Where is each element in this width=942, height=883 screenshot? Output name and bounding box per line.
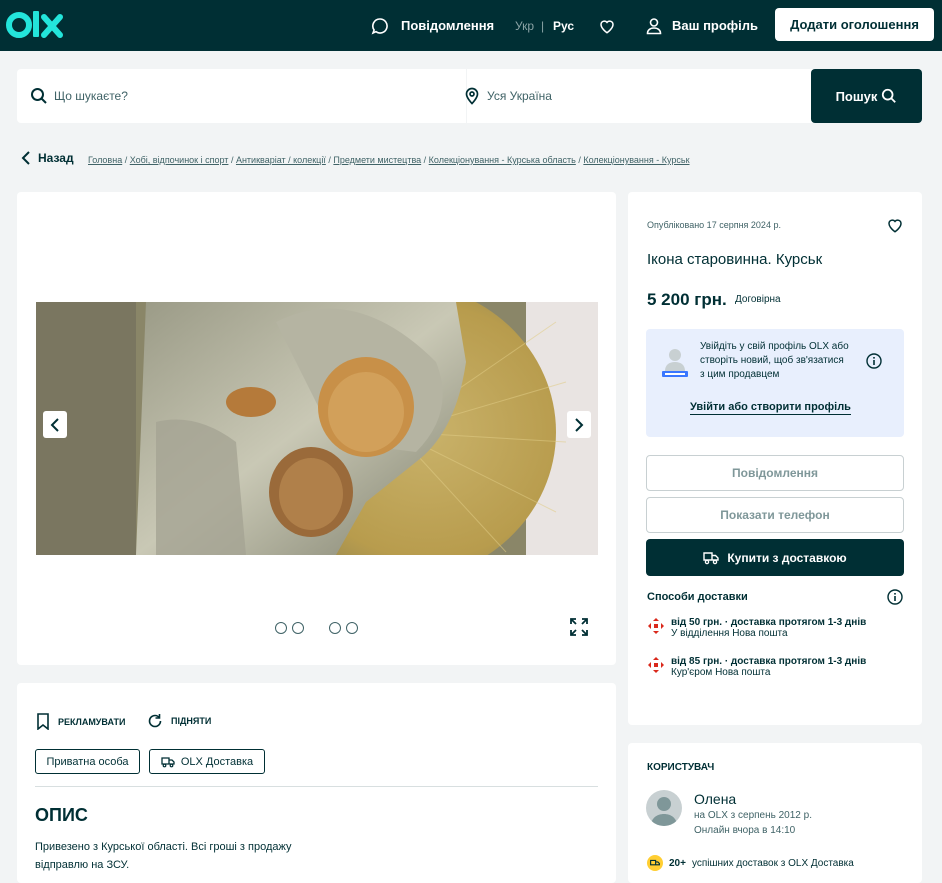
search-button-label: Пошук [835, 88, 878, 104]
login-link[interactable]: Увійти або створити профіль [690, 401, 851, 415]
breadcrumb-item[interactable]: Антикваріат / колекції [236, 155, 326, 165]
raise-label: ПІДНЯТИ [171, 716, 212, 726]
info-icon[interactable] [887, 589, 903, 605]
back-link[interactable]: Назад [20, 150, 74, 166]
olx-delivery-tag: OLX Доставка [149, 749, 265, 774]
add-listing-button[interactable]: Додати оголошення [775, 8, 934, 41]
heart-icon [600, 19, 614, 34]
nova-poshta-icon [648, 657, 664, 673]
raise-button[interactable]: ПІДНЯТИ [147, 713, 211, 729]
delivery-method: У відділення Нова пошта [671, 628, 788, 639]
profile-label: Ваш профіль [672, 18, 759, 33]
chevron-left-icon [21, 151, 30, 165]
favorites-link[interactable] [598, 0, 616, 51]
buy-with-delivery-button[interactable]: Купити з доставкою [646, 539, 904, 576]
delivery-price: від 50 грн. · доставка протягом 1-3 днів [671, 617, 867, 628]
breadcrumb-item[interactable]: Колекціонування - Курськ [583, 155, 689, 165]
top-header: Повідомлення Укр | Рус Ваш профіль Додат… [0, 0, 942, 51]
delivery-method: Кур'єром Нова пошта [671, 667, 771, 678]
messages-link[interactable]: Повідомлення [371, 0, 494, 51]
listing-price: 5 200 грн. [647, 290, 727, 309]
lang-ukr[interactable]: Укр [515, 0, 534, 51]
listing-photo[interactable] [36, 302, 598, 555]
description-text: Привезено з Курської області. Всі гроші … [35, 838, 291, 874]
chevron-right-icon [575, 417, 584, 432]
location-value: Уся Україна [487, 89, 552, 103]
refresh-icon [148, 714, 162, 728]
delivery-methods-title: Способи доставки [647, 591, 748, 603]
deliveries-text: успішних доставок з OLX Доставка [691, 857, 854, 869]
negotiable-label: Договірна [735, 294, 781, 305]
chevron-left-icon [50, 417, 59, 432]
search-bar: Що шукаєте? Уся Україна [17, 69, 922, 123]
messages-label: Повідомлення [401, 18, 495, 33]
fullscreen-icon[interactable] [569, 617, 589, 637]
profile-illustration-icon [662, 349, 688, 377]
show-phone-button[interactable]: Показати телефон [646, 497, 904, 533]
chat-icon [371, 17, 388, 34]
delivery-badge-icon [647, 855, 663, 871]
description-heading: ОПИС [35, 805, 88, 825]
delivery-option: від 50 грн. · доставка протягом 1-3 днів… [647, 617, 866, 639]
private-person-tag: Приватна особа [35, 749, 140, 774]
icon-image [36, 302, 598, 555]
seller-since: на OLX з серпень 2012 р. [694, 810, 812, 821]
avatar[interactable] [646, 790, 682, 826]
back-label: Назад [38, 151, 74, 165]
successful-deliveries: 20+ успішних доставок з OLX Доставка [647, 855, 854, 871]
user-icon [646, 17, 662, 34]
truck-icon [703, 551, 720, 564]
prev-photo-button[interactable] [43, 411, 67, 438]
search-icon [882, 88, 897, 103]
listing-title: Ікона старовинна. Курськ [647, 251, 823, 268]
search-button[interactable]: Пошук [811, 69, 922, 123]
search-placeholder: Що шукаєте? [54, 89, 128, 103]
lang-separator: | [541, 18, 545, 33]
seller-section-title: КОРИСТУВАЧ [647, 762, 715, 773]
next-photo-button[interactable] [567, 411, 591, 438]
promote-button[interactable]: РЕКЛАМУВАТИ [36, 713, 125, 730]
private-person-label: Приватна особа [46, 755, 129, 768]
breadcrumb-item[interactable]: Головна [88, 155, 122, 165]
olx-delivery-label: OLX Доставка [180, 755, 254, 768]
description-line: Привезено з Курської області. Всі гроші … [35, 841, 292, 853]
delivery-price: від 85 грн. · доставка протягом 1-3 днів [671, 656, 867, 667]
user-avatar-icon [651, 797, 677, 826]
breadcrumb-item[interactable]: Предмети мистецтва [333, 155, 421, 165]
login-prompt-text: Увійдіть у свій профіль OLX або створіть… [700, 341, 849, 380]
search-input[interactable]: Що шукаєте? [30, 69, 460, 123]
gallery-dot[interactable] [346, 622, 358, 634]
gallery-dot[interactable] [275, 622, 287, 634]
login-prompt-box: Увійдіть у свій профіль OLX або створіть… [646, 329, 904, 437]
search-icon [31, 88, 47, 104]
description-line: відправлю на ЗСУ. [35, 859, 130, 871]
message-button[interactable]: Повідомлення [646, 455, 904, 491]
gallery-dot[interactable] [329, 622, 341, 634]
published-date: Опубліковано 17 серпня 2024 р. [647, 220, 781, 230]
info-icon[interactable] [866, 353, 882, 369]
seller-name[interactable]: Олена [694, 791, 736, 807]
location-pin-icon [465, 87, 479, 105]
profile-link[interactable]: Ваш профіль [645, 0, 758, 51]
delivery-option: від 85 грн. · доставка протягом 1-3 днів… [647, 656, 866, 678]
buy-with-delivery-label: Купити з доставкою [727, 550, 847, 565]
breadcrumb-item[interactable]: Колекціонування - Курська область [429, 155, 576, 165]
deliveries-count: 20+ [669, 857, 686, 869]
promote-label: РЕКЛАМУВАТИ [58, 716, 126, 727]
heart-icon[interactable] [886, 216, 904, 234]
location-input[interactable]: Уся Україна [463, 69, 803, 123]
divider [35, 786, 598, 787]
gallery-dot[interactable] [292, 622, 304, 634]
lang-rus[interactable]: Рус [553, 0, 574, 51]
olx-logo[interactable] [6, 9, 64, 41]
breadcrumb: Головна / Хобі, відпочинок і спорт / Ант… [88, 155, 690, 165]
seller-online: Онлайн вчора в 14:10 [694, 825, 796, 836]
truck-icon [161, 756, 175, 767]
breadcrumb-item[interactable]: Хобі, відпочинок і спорт [130, 155, 229, 165]
nova-poshta-icon [648, 618, 664, 634]
bookmark-icon [37, 713, 49, 730]
